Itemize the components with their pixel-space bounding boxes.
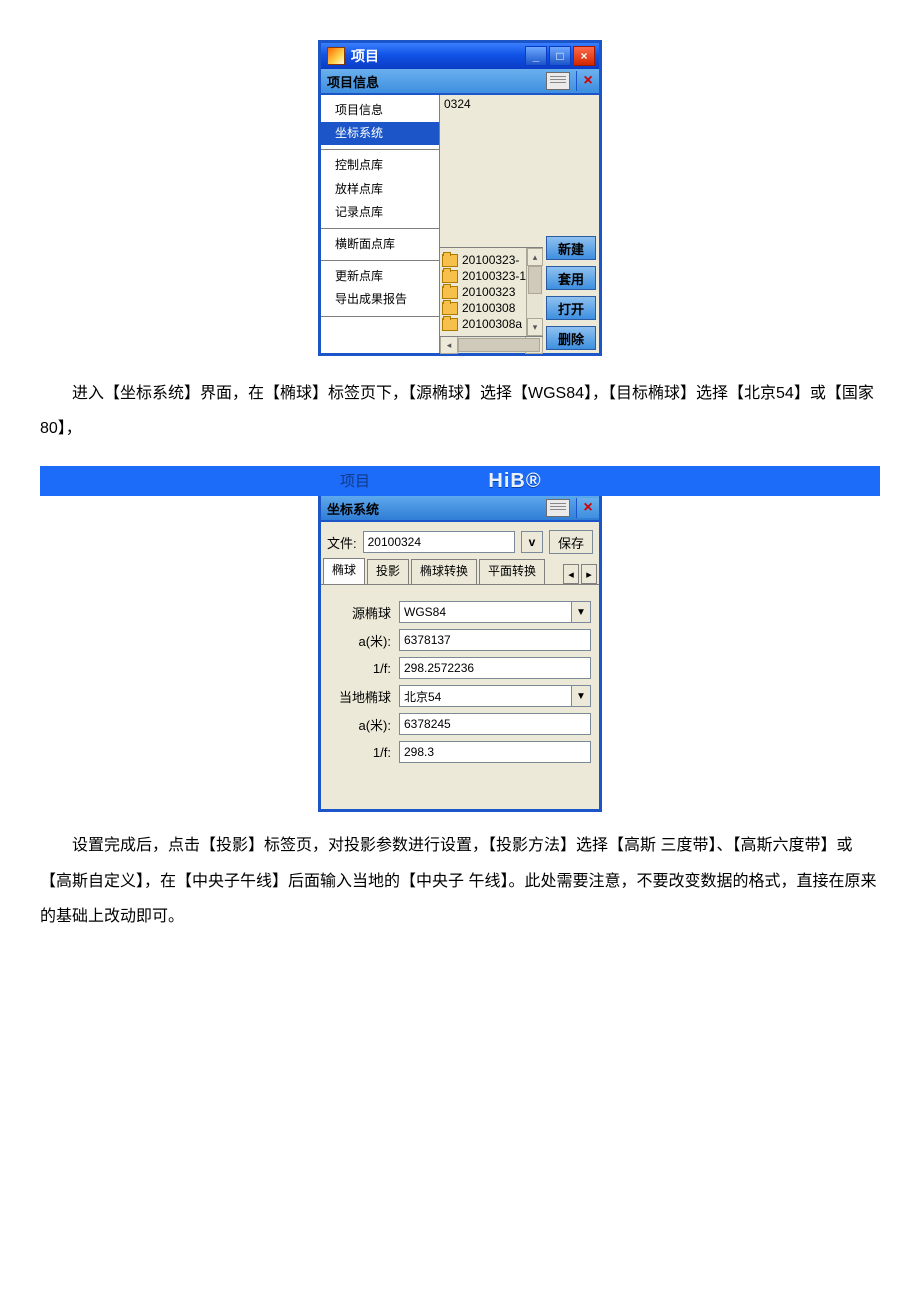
window-buttons: _ □ × xyxy=(525,46,595,66)
file-label: 文件: xyxy=(327,533,357,552)
close-panel-button[interactable]: × xyxy=(576,71,599,91)
tab-projection[interactable]: 投影 xyxy=(367,559,409,584)
project-window: 项目 _ □ × 项目信息 × 项目信息 坐标系统 控制点库 放样点库 xyxy=(318,40,602,356)
f1-input[interactable]: 298.2572236 xyxy=(399,657,591,679)
paragraph-1: 进入【坐标系统】界面，在【椭球】标签页下，【源椭球】选择【WGS84】，【目标椭… xyxy=(40,376,880,446)
tab-plane-conv[interactable]: 平面转换 xyxy=(479,559,545,584)
minimize-glyph: _ xyxy=(533,49,540,63)
scroll-thumb-h[interactable] xyxy=(458,338,540,352)
a1-input[interactable]: 6378137 xyxy=(399,629,591,651)
f2-label: 1/f: xyxy=(329,745,391,760)
scroll-down-icon[interactable]: ▾ xyxy=(527,318,543,336)
left-menu: 项目信息 坐标系统 控制点库 放样点库 记录点库 横断面点库 更新点库 导出成果… xyxy=(321,95,440,353)
tgt-ellipsoid-value: 北京54 xyxy=(404,688,441,705)
horizontal-scrollbar[interactable]: ◂ ▸ xyxy=(440,337,543,353)
folder-name[interactable]: 20100323 xyxy=(462,285,515,299)
right-top-area: 0324 xyxy=(440,95,543,248)
scroll-left-icon[interactable]: ◂ xyxy=(440,336,458,354)
file-input[interactable]: 20100324 xyxy=(363,531,515,553)
new-button[interactable]: 新建 xyxy=(546,236,596,260)
window-body: 项目信息 坐标系统 控制点库 放样点库 记录点库 横断面点库 更新点库 导出成果… xyxy=(321,95,599,353)
vertical-scrollbar[interactable]: ▴ ▾ xyxy=(526,248,543,336)
file-dropdown-button[interactable]: v xyxy=(521,531,543,553)
sub-header: 项目信息 × xyxy=(321,69,599,95)
f1-value: 298.2572236 xyxy=(404,661,474,675)
keyboard-icon[interactable] xyxy=(546,499,570,517)
close-panel-button-2[interactable]: × xyxy=(576,498,599,518)
file-row: 文件: 20100324 v 保存 xyxy=(321,522,599,560)
folder-list: 20100323- 20100323-1 20100323 20100308 2… xyxy=(440,248,543,337)
folder-name[interactable]: 20100308a xyxy=(462,317,522,331)
button-column: 新建 套用 打开 删除 xyxy=(543,95,599,353)
right-pane: 0324 20100323- 20100323-1 20100323 20100… xyxy=(440,95,543,353)
tab-scroll-left-icon[interactable]: ◂ xyxy=(563,564,579,584)
folder-name[interactable]: 20100323- xyxy=(462,253,519,267)
bar-title: 项目 xyxy=(340,470,370,491)
folder-name[interactable]: 20100308 xyxy=(462,301,515,315)
folder-icon xyxy=(442,286,458,299)
right-top-text: 0324 xyxy=(444,97,471,111)
delete-button[interactable]: 删除 xyxy=(546,326,596,350)
document-page: 项目 _ □ × 项目信息 × 项目信息 坐标系统 控制点库 放样点库 xyxy=(0,0,920,1050)
menu-item-stake-points[interactable]: 放样点库 xyxy=(321,178,439,201)
tab-ellipsoid[interactable]: 椭球 xyxy=(323,558,365,584)
a1-label: a(米): xyxy=(329,631,391,650)
folder-name[interactable]: 20100323-1 xyxy=(462,269,526,283)
tgt-ellipsoid-label: 当地椭球 xyxy=(329,687,391,706)
sub-header-2-label: 坐标系统 xyxy=(327,499,379,518)
close-button[interactable]: × xyxy=(573,46,595,66)
open-button[interactable]: 打开 xyxy=(546,296,596,320)
menu-item-control-points[interactable]: 控制点库 xyxy=(321,154,439,177)
menu-item-record-points[interactable]: 记录点库 xyxy=(321,201,439,224)
dropdown-icon[interactable]: ▼ xyxy=(572,601,591,623)
menu-item-cross-section[interactable]: 横断面点库 xyxy=(321,233,439,256)
maximize-glyph: □ xyxy=(556,49,563,63)
tabs: 椭球 投影 椭球转换 平面转换 ◂ ▸ xyxy=(321,560,599,584)
coord-system-window: 坐标系统 × 文件: 20100324 v 保存 椭球 投影 椭球转换 平面转换… xyxy=(318,496,602,812)
menu-item-update-points[interactable]: 更新点库 xyxy=(321,265,439,288)
scroll-up-icon[interactable]: ▴ xyxy=(527,248,543,266)
apply-button[interactable]: 套用 xyxy=(546,266,596,290)
form-area: 源椭球 WGS84 ▼ a(米): 6378137 1/f: 298.25722… xyxy=(321,584,599,809)
close-glyph: × xyxy=(580,49,587,63)
sub-header-label: 项目信息 xyxy=(327,72,379,91)
brand-text: HiB® xyxy=(488,470,541,493)
file-input-value: 20100324 xyxy=(368,535,421,549)
f1-label: 1/f: xyxy=(329,661,391,676)
window-title: 项目 xyxy=(351,46,525,66)
src-ellipsoid-label: 源椭球 xyxy=(329,603,391,622)
sub-header-2: 坐标系统 × xyxy=(321,496,599,522)
folder-icon xyxy=(442,270,458,283)
save-button[interactable]: 保存 xyxy=(549,530,593,554)
f2-value: 298.3 xyxy=(404,745,434,759)
menu-item-project-info[interactable]: 项目信息 xyxy=(321,99,439,122)
a2-label: a(米): xyxy=(329,715,391,734)
f2-input[interactable]: 298.3 xyxy=(399,741,591,763)
a1-value: 6378137 xyxy=(404,633,451,647)
tab-ellipsoid-conv[interactable]: 椭球转换 xyxy=(411,559,477,584)
blue-title-bar: 项目 HiB® xyxy=(40,466,880,496)
keyboard-icon[interactable] xyxy=(546,72,570,90)
title-bar: 项目 _ □ × xyxy=(321,43,599,69)
maximize-button[interactable]: □ xyxy=(549,46,571,66)
src-ellipsoid-select[interactable]: WGS84 xyxy=(399,601,572,623)
menu-item-coord-system[interactable]: 坐标系统 xyxy=(321,122,439,145)
minimize-button[interactable]: _ xyxy=(525,46,547,66)
menu-item-export-report[interactable]: 导出成果报告 xyxy=(321,288,439,311)
paragraph-2: 设置完成后，点击【投影】标签页，对投影参数进行设置，【投影方法】选择【高斯 三度… xyxy=(40,828,880,934)
folder-icon xyxy=(442,318,458,331)
app-icon xyxy=(327,47,345,65)
blue-band: 项目 HiB® 坐标系统 × 文件: 20100324 v 保存 椭球 投影 椭… xyxy=(40,466,880,812)
scroll-thumb[interactable] xyxy=(528,266,542,294)
tab-scroll-right-icon[interactable]: ▸ xyxy=(581,564,597,584)
src-ellipsoid-value: WGS84 xyxy=(404,605,446,619)
folder-icon xyxy=(442,254,458,267)
dropdown-icon[interactable]: ▼ xyxy=(572,685,591,707)
a2-value: 6378245 xyxy=(404,717,451,731)
tgt-ellipsoid-select[interactable]: 北京54 xyxy=(399,685,572,707)
a2-input[interactable]: 6378245 xyxy=(399,713,591,735)
folder-icon xyxy=(442,302,458,315)
